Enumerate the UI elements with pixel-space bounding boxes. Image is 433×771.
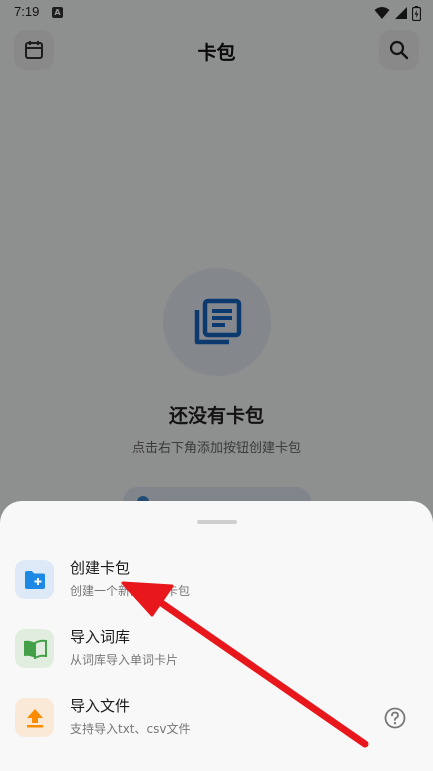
option-create-wallet[interactable]: 创建卡包 创建一个新的学习卡包 xyxy=(0,549,433,609)
upload-icon xyxy=(26,708,43,727)
option-subtitle: 从词库导入单词卡片 xyxy=(70,653,179,667)
option-subtitle: 支持导入txt、csv文件 xyxy=(70,722,191,736)
option-import-file[interactable]: 导入文件 支持导入txt、csv文件 xyxy=(0,687,433,747)
option-icon-container xyxy=(15,629,54,668)
option-subtitle: 创建一个新的学习卡包 xyxy=(70,584,191,598)
option-icon-container xyxy=(15,560,54,599)
option-title: 导入文件 xyxy=(70,697,131,715)
folder-add-icon xyxy=(24,570,45,589)
add-options-bottom-sheet: 创建卡包 创建一个新的学习卡包 导入词库 从词库导入单词卡片 导入文件 支持导入… xyxy=(0,501,433,771)
option-title: 导入词库 xyxy=(70,628,131,646)
book-icon xyxy=(23,639,47,659)
help-circle-icon xyxy=(384,707,406,729)
option-icon-container xyxy=(15,698,54,737)
drag-handle[interactable] xyxy=(197,520,237,524)
option-import-vocabulary[interactable]: 导入词库 从词库导入单词卡片 xyxy=(0,618,433,678)
option-title: 创建卡包 xyxy=(70,559,131,577)
help-button[interactable] xyxy=(384,707,406,729)
